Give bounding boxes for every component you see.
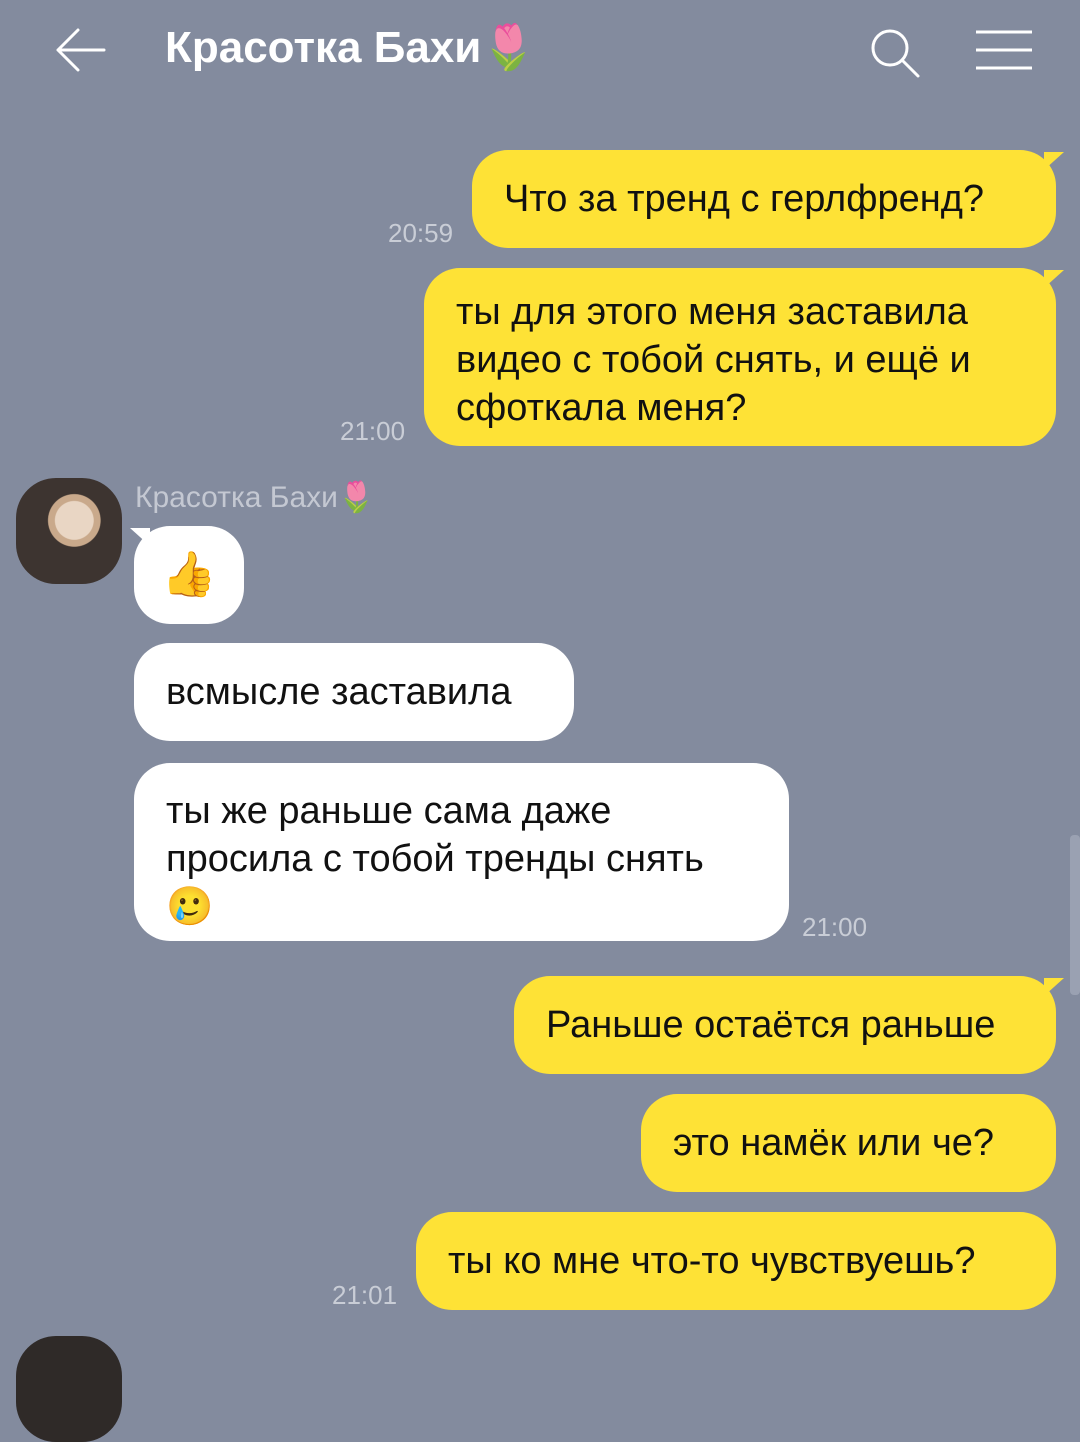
message-bubble-outgoing[interactable]: Раньше остаётся раньше (514, 976, 1056, 1074)
bubble-tail (1044, 152, 1064, 170)
message-time: 21:00 (802, 912, 868, 942)
back-arrow-icon[interactable] (52, 26, 108, 74)
message-bubble-outgoing[interactable]: ты ко мне что-то чувствуешь? (416, 1212, 1056, 1310)
message-text: ты для этого меня заставила видео с тобо… (456, 291, 971, 429)
message-bubble-incoming[interactable]: 👍 (134, 526, 244, 624)
message-time: 21:00 (340, 416, 406, 446)
message-text: это намёк или че? (673, 1122, 995, 1164)
message-bubble-incoming[interactable]: всмысле заставила (134, 643, 574, 741)
chat-title: Красотка Бахи🌷 (165, 23, 537, 72)
sender-name: Красотка Бахи🌷 (135, 481, 376, 514)
message-text: Что за тренд с герлфренд? (504, 178, 985, 220)
bubble-tail (1044, 978, 1064, 996)
message-bubble-outgoing[interactable]: Что за тренд с герлфренд? (472, 150, 1056, 248)
message-time: 21:01 (332, 1280, 398, 1310)
contact-avatar[interactable] (16, 478, 122, 584)
message-time: 20:59 (388, 218, 454, 248)
message-text: Раньше остаётся раньше (546, 1004, 996, 1046)
message-text: ты же раньше сама даже просила с тобой т… (166, 790, 704, 928)
scrollbar-thumb[interactable] (1070, 835, 1080, 995)
bubble-tail (1044, 270, 1064, 288)
menu-icon[interactable] (974, 26, 1034, 74)
bubble-tail (130, 528, 150, 546)
message-text: ты ко мне что-то чувствуешь? (448, 1240, 976, 1282)
search-icon[interactable] (866, 24, 922, 80)
message-bubble-outgoing[interactable]: это намёк или че? (641, 1094, 1056, 1192)
message-bubble-outgoing[interactable]: ты для этого меня заставила видео с тобо… (424, 268, 1056, 446)
message-text: всмысле заставила (166, 671, 512, 713)
thumbs-up-emoji: 👍 (161, 550, 217, 599)
message-bubble-incoming[interactable]: ты же раньше сама даже просила с тобой т… (134, 763, 789, 941)
contact-avatar[interactable] (16, 1336, 122, 1442)
